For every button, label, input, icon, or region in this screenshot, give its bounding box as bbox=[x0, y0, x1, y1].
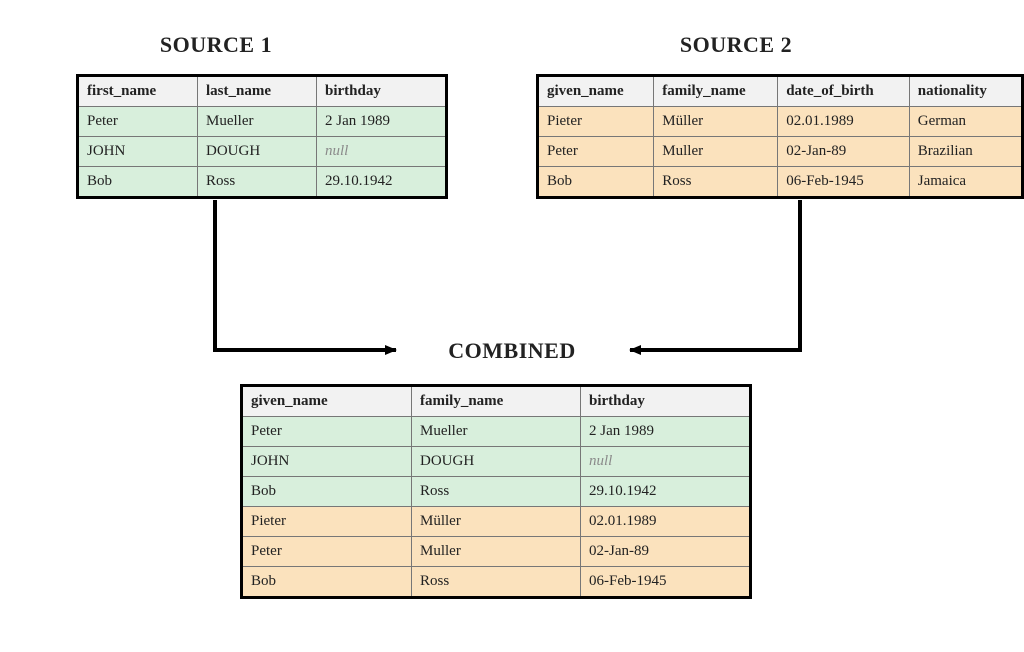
source1-table: first_namelast_namebirthdayPeterMueller2… bbox=[76, 74, 448, 199]
source2-table: given_namefamily_namedate_of_birthnation… bbox=[536, 74, 1024, 199]
combined-header: given_name bbox=[242, 386, 412, 417]
table-row: BobRoss06-Feb-1945 bbox=[242, 567, 751, 598]
combined-cell: Muller bbox=[412, 537, 581, 567]
table-row: BobRoss29.10.1942 bbox=[78, 167, 447, 198]
combined-cell: 02-Jan-89 bbox=[581, 537, 751, 567]
source2-cell: German bbox=[909, 107, 1022, 137]
source1-header: last_name bbox=[198, 76, 317, 107]
source1-cell: null bbox=[317, 137, 447, 167]
table-row: PieterMüller02.01.1989 bbox=[242, 507, 751, 537]
source2-cell: Jamaica bbox=[909, 167, 1022, 198]
source2-header: given_name bbox=[538, 76, 654, 107]
combined-cell: 06-Feb-1945 bbox=[581, 567, 751, 598]
combined-cell: Ross bbox=[412, 477, 581, 507]
combined-cell: null bbox=[581, 447, 751, 477]
source2-cell: Brazilian bbox=[909, 137, 1022, 167]
source1-cell: 29.10.1942 bbox=[317, 167, 447, 198]
table-row: PeterMuller02-Jan-89Brazilian bbox=[538, 137, 1023, 167]
combined-cell: 02.01.1989 bbox=[581, 507, 751, 537]
combined-cell: Bob bbox=[242, 567, 412, 598]
table-row: JOHNDOUGH null bbox=[78, 137, 447, 167]
source2-cell: Ross bbox=[654, 167, 778, 198]
source1-cell: DOUGH bbox=[198, 137, 317, 167]
source2-header: family_name bbox=[654, 76, 778, 107]
arrow-source2-to-combined bbox=[630, 200, 800, 350]
combined-cell: Bob bbox=[242, 477, 412, 507]
source1-header: birthday bbox=[317, 76, 447, 107]
null-value: null bbox=[325, 143, 348, 159]
source2-cell: Pieter bbox=[538, 107, 654, 137]
combined-cell: DOUGH bbox=[412, 447, 581, 477]
table-row: JOHNDOUGH null bbox=[242, 447, 751, 477]
source1-title: SOURCE 1 bbox=[86, 32, 346, 58]
combined-title: COMBINED bbox=[0, 338, 1024, 364]
combined-cell: Müller bbox=[412, 507, 581, 537]
table-row: PeterMueller2 Jan 1989 bbox=[242, 417, 751, 447]
combined-cell: Peter bbox=[242, 537, 412, 567]
null-value: null bbox=[589, 453, 612, 469]
table-row: BobRoss06-Feb-1945Jamaica bbox=[538, 167, 1023, 198]
combined-cell: JOHN bbox=[242, 447, 412, 477]
combined-cell: 29.10.1942 bbox=[581, 477, 751, 507]
combined-table: given_namefamily_namebirthdayPeterMuelle… bbox=[240, 384, 752, 599]
source1-header: first_name bbox=[78, 76, 198, 107]
source2-cell: Muller bbox=[654, 137, 778, 167]
source2-header: date_of_birth bbox=[778, 76, 910, 107]
combined-cell: 2 Jan 1989 bbox=[581, 417, 751, 447]
source1-cell: Peter bbox=[78, 107, 198, 137]
combined-cell: Ross bbox=[412, 567, 581, 598]
combined-cell: Pieter bbox=[242, 507, 412, 537]
source1-cell: Ross bbox=[198, 167, 317, 198]
combined-cell: Mueller bbox=[412, 417, 581, 447]
source1-cell: JOHN bbox=[78, 137, 198, 167]
combined-cell: Peter bbox=[242, 417, 412, 447]
source1-cell: Mueller bbox=[198, 107, 317, 137]
source2-title: SOURCE 2 bbox=[536, 32, 936, 58]
source2-cell: 02.01.1989 bbox=[778, 107, 910, 137]
arrow-source1-to-combined bbox=[215, 200, 396, 350]
combined-header: birthday bbox=[581, 386, 751, 417]
table-row: BobRoss29.10.1942 bbox=[242, 477, 751, 507]
source2-cell: 06-Feb-1945 bbox=[778, 167, 910, 198]
source2-header: nationality bbox=[909, 76, 1022, 107]
table-row: PeterMueller2 Jan 1989 bbox=[78, 107, 447, 137]
source2-cell: Bob bbox=[538, 167, 654, 198]
source2-cell: Müller bbox=[654, 107, 778, 137]
source1-cell: 2 Jan 1989 bbox=[317, 107, 447, 137]
combined-header: family_name bbox=[412, 386, 581, 417]
source1-cell: Bob bbox=[78, 167, 198, 198]
source2-cell: 02-Jan-89 bbox=[778, 137, 910, 167]
table-row: PieterMüller02.01.1989German bbox=[538, 107, 1023, 137]
source2-cell: Peter bbox=[538, 137, 654, 167]
table-row: PeterMuller02-Jan-89 bbox=[242, 537, 751, 567]
